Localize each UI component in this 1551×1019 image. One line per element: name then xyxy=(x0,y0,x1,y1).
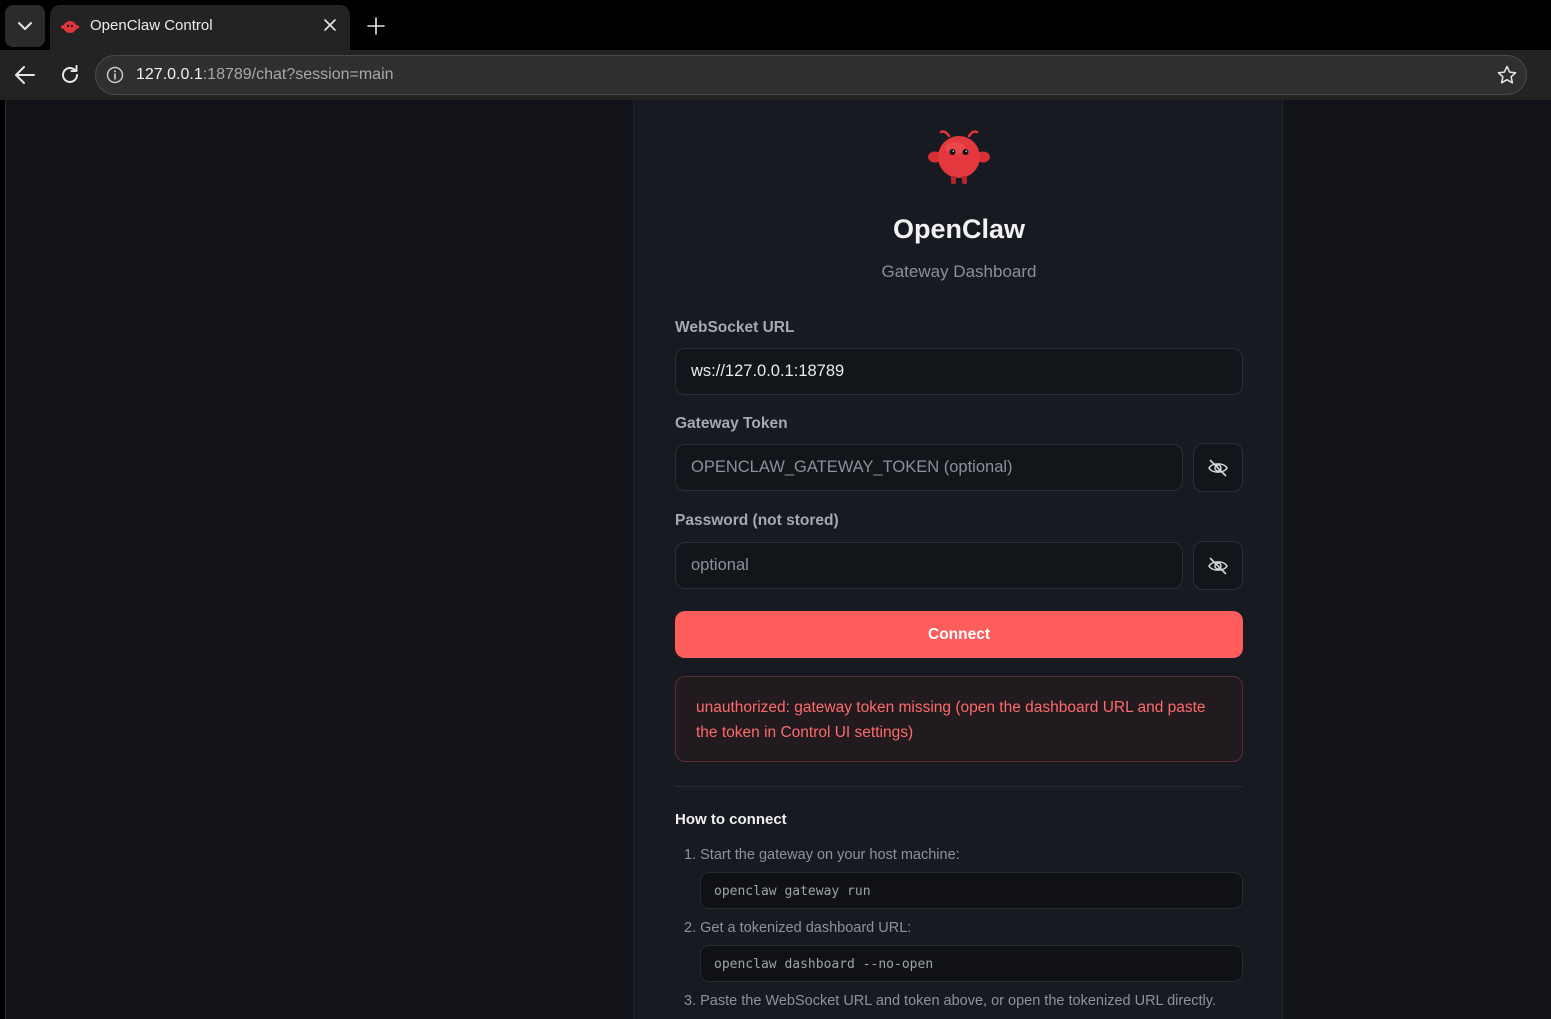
toggle-password-visibility-button[interactable] xyxy=(1193,541,1243,590)
address-bar[interactable]: 127.0.0.1:18789/chat?session=main xyxy=(95,55,1527,95)
url-text: 127.0.0.1:18789/chat?session=main xyxy=(136,66,394,84)
openclaw-favicon-icon xyxy=(61,21,79,33)
websocket-url-label: WebSocket URL xyxy=(675,319,795,336)
openclaw-logo-icon xyxy=(928,130,990,184)
app-title: OpenClaw xyxy=(892,214,1026,244)
error-alert: unauthorized: gateway token missing (ope… xyxy=(675,676,1243,762)
connect-button[interactable]: Connect xyxy=(675,611,1243,658)
password-input[interactable] xyxy=(675,542,1183,589)
new-tab-button[interactable] xyxy=(362,12,390,40)
app-subtitle: Gateway Dashboard xyxy=(881,262,1037,281)
step-2-text: 2. Get a tokenized dashboard URL: xyxy=(684,920,912,936)
gateway-token-label: Gateway Token xyxy=(675,415,788,432)
step-1-code: openclaw gateway run xyxy=(700,872,1243,909)
page-viewport: OpenClaw Gateway Dashboard WebSocket URL… xyxy=(5,100,1551,1019)
plus-icon xyxy=(367,17,385,35)
step-2-code: openclaw dashboard --no-open xyxy=(700,945,1243,982)
url-host: 127.0.0.1 xyxy=(136,66,203,83)
step-3-text: 3. Paste the WebSocket URL and token abo… xyxy=(684,993,1216,1009)
tab-bar: OpenClaw Control xyxy=(0,0,1551,50)
login-panel: OpenClaw Gateway Dashboard WebSocket URL… xyxy=(633,100,1283,1019)
tab-title: OpenClaw Control xyxy=(90,17,213,34)
tab-search-button[interactable] xyxy=(5,5,45,47)
reload-icon[interactable] xyxy=(57,62,83,88)
browser-tab-active[interactable]: OpenClaw Control xyxy=(50,5,350,50)
browser-toolbar: 127.0.0.1:18789/chat?session=main xyxy=(0,50,1551,132)
websocket-url-input[interactable] xyxy=(675,348,1243,395)
divider xyxy=(675,786,1243,787)
arrow-left-icon[interactable] xyxy=(12,62,38,88)
url-path: :18789/chat?session=main xyxy=(202,66,394,83)
eye-off-icon xyxy=(1208,459,1228,476)
star-icon[interactable] xyxy=(1496,64,1518,86)
info-icon[interactable] xyxy=(106,66,124,84)
how-to-connect-title: How to connect xyxy=(675,811,787,828)
close-icon[interactable] xyxy=(322,17,338,33)
error-message: unauthorized: gateway token missing (ope… xyxy=(696,699,1206,741)
chevron-down-icon xyxy=(18,22,32,30)
step-1-text: 1. Start the gateway on your host machin… xyxy=(684,847,960,863)
password-label: Password (not stored) xyxy=(675,512,839,529)
toggle-token-visibility-button[interactable] xyxy=(1193,443,1243,492)
eye-off-icon xyxy=(1208,557,1228,574)
gateway-token-input[interactable] xyxy=(675,444,1183,491)
